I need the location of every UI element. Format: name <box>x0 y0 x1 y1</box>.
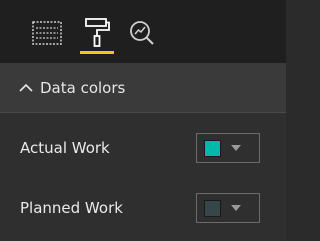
pane-toolbar <box>0 0 286 63</box>
chevron-up-icon <box>18 80 34 96</box>
paint-roller-icon <box>85 18 110 47</box>
fields-table-icon <box>32 21 62 45</box>
dropdown-caret-icon <box>231 143 241 153</box>
series-label: Actual Work <box>20 139 110 157</box>
analytics-magnifier-icon <box>130 21 154 45</box>
color-picker-planned-work[interactable] <box>196 193 260 223</box>
color-picker-actual-work[interactable] <box>196 133 260 163</box>
active-tab-indicator <box>80 51 114 54</box>
fields-tab[interactable] <box>27 12 67 54</box>
series-row-planned-work: Planned Work <box>0 178 286 238</box>
series-label: Planned Work <box>20 199 123 217</box>
section-title: Data colors <box>40 78 126 97</box>
analytics-tab[interactable] <box>122 12 162 54</box>
data-colors-section-header[interactable]: Data colors <box>0 63 286 113</box>
series-row-actual-work: Actual Work <box>0 118 286 178</box>
dropdown-caret-icon <box>231 203 241 213</box>
color-swatch <box>204 139 221 157</box>
visualizations-format-pane: Data colors Actual Work Planned Work <box>0 0 286 241</box>
format-tab[interactable] <box>77 12 117 54</box>
color-swatch <box>204 199 221 217</box>
